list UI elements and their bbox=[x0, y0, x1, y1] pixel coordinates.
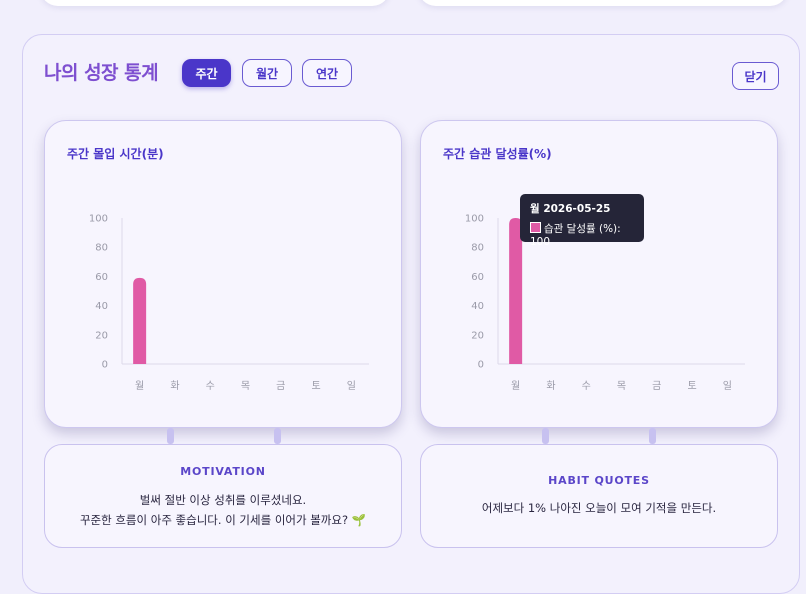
y-tick-label: 80 bbox=[471, 243, 484, 254]
motivation-card: MOTIVATION 벌써 절반 이상 성취를 이루셨네요. 꾸준한 흐름이 아… bbox=[44, 444, 402, 548]
x-tick-label: 토 bbox=[311, 381, 320, 392]
y-tick-label: 60 bbox=[95, 272, 108, 283]
x-tick-label: 수 bbox=[582, 380, 591, 392]
x-tick-label: 일 bbox=[347, 380, 356, 392]
chart-tooltip: 월 2026-05-25 습관 달성률 (%): 100 bbox=[520, 194, 644, 248]
habit-quote-text: 어제보다 1% 나아진 오늘이 모여 기적을 만든다. bbox=[481, 501, 717, 515]
habit-quotes-heading: HABIT QUOTES bbox=[548, 474, 650, 487]
x-tick-label: 월 bbox=[135, 380, 144, 392]
x-tick-label: 목 bbox=[241, 380, 250, 392]
series-swatch bbox=[530, 222, 541, 233]
tab-monthly[interactable]: 월간 bbox=[242, 59, 292, 87]
x-tick-label: 화 bbox=[546, 380, 555, 392]
x-tick-label: 목 bbox=[617, 380, 626, 392]
x-tick-label: 월 bbox=[511, 380, 520, 392]
y-tick-label: 40 bbox=[95, 301, 108, 312]
y-tick-label: 60 bbox=[471, 272, 484, 283]
y-tick-label: 20 bbox=[95, 330, 108, 341]
x-tick-label: 금 bbox=[652, 380, 661, 392]
close-button[interactable]: 닫기 bbox=[732, 62, 779, 90]
previous-card-bottom-left bbox=[40, 0, 390, 6]
tab-weekly[interactable]: 주간 bbox=[182, 59, 231, 87]
focus-time-chart: 0 20 40 60 80 100 월 화 수 목 금 토 일 bbox=[89, 214, 369, 392]
x-tick-label: 일 bbox=[723, 380, 732, 392]
y-tick-label: 0 bbox=[478, 360, 484, 371]
habit-rate-chart-card: 주간 습관 달성률(%) 0 20 40 60 80 100 월 화 수 목 금 토 일 bbox=[420, 120, 778, 428]
chart-bar[interactable] bbox=[133, 277, 147, 364]
y-tick-label: 20 bbox=[471, 330, 484, 341]
card-connector bbox=[167, 428, 174, 444]
motivation-heading: MOTIVATION bbox=[180, 465, 266, 478]
y-tick-label: 80 bbox=[95, 243, 108, 254]
y-tick-label: 100 bbox=[89, 214, 108, 225]
card-connector bbox=[649, 428, 656, 444]
previous-card-bottom-right bbox=[418, 0, 788, 6]
motivation-line-2: 꾸준한 흐름이 아주 좋습니다. 이 기세를 이어가 볼까요? 🌱 bbox=[79, 513, 367, 527]
motivation-line-1: 벌써 절반 이상 성취를 이루셨네요. bbox=[139, 493, 307, 507]
tab-yearly[interactable]: 연간 bbox=[302, 59, 352, 87]
x-tick-label: 토 bbox=[687, 381, 696, 392]
page-title: 나의 성장 통계 bbox=[44, 62, 159, 84]
y-tick-label: 0 bbox=[102, 360, 108, 371]
focus-time-chart-card: 주간 몰입 시간(분) 0 20 40 60 80 100 월 화 수 목 금 토 일 bbox=[44, 120, 402, 428]
y-tick-label: 40 bbox=[471, 301, 484, 312]
x-tick-label: 수 bbox=[206, 380, 215, 392]
y-tick-label: 100 bbox=[465, 214, 484, 225]
habit-rate-chart: 0 20 40 60 80 100 월 화 수 목 금 토 일 bbox=[465, 214, 745, 392]
habit-quotes-card: HABIT QUOTES 어제보다 1% 나아진 오늘이 모여 기적을 만든다. bbox=[420, 444, 778, 548]
x-tick-label: 화 bbox=[170, 380, 179, 392]
x-tick-label: 금 bbox=[276, 380, 285, 392]
tooltip-value: 습관 달성률 (%): 100 bbox=[530, 223, 621, 248]
card-connector bbox=[274, 428, 281, 444]
card-connector bbox=[542, 428, 549, 444]
tooltip-title: 월 2026-05-25 bbox=[530, 203, 611, 215]
